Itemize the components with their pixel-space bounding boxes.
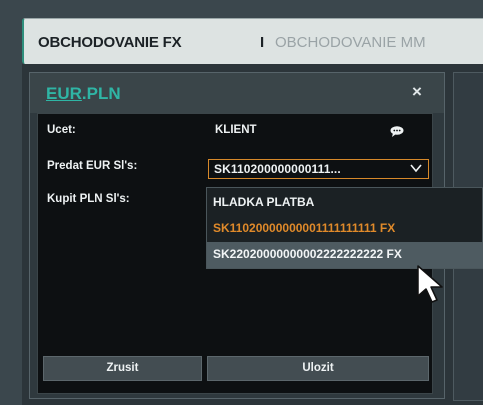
pair-base-link[interactable]: EUR [46,84,82,103]
tab-obchodovanie-fx[interactable]: OBCHODOVANIE FX [38,34,182,51]
save-button[interactable]: Ulozit [207,356,429,381]
account-value: KLIENT [215,124,257,136]
mouse-cursor-icon [417,265,443,303]
tab-obchodovanie-mm[interactable]: OBCHODOVANIE MM [275,34,426,51]
pair-quote: .PLN [81,84,121,103]
tab-bar: OBCHODOVANIE FX I OBCHODOVANIE MM [22,18,483,64]
close-icon[interactable]: × [412,82,422,102]
dropdown-option-sk1102[interactable]: SK11020000000001111111111 FX [207,216,483,240]
dropdown-option-hladka-platba[interactable]: HLADKA PLATBA [207,190,483,214]
account-dropdown-list: HLADKA PLATBA SK11020000000001111111111 … [206,187,483,269]
sell-account-selected-value: SK110200000000111... [214,162,341,176]
sell-account-label: Predat EUR Sl's: [47,160,138,172]
sell-account-select[interactable]: SK110200000000111... [208,159,429,179]
cancel-button[interactable]: Zrusit [43,356,202,381]
currency-pair-title[interactable]: EUR.PLN [46,84,121,104]
chat-icon[interactable] [390,126,404,137]
buy-account-label: Kupit PLN Sl's: [47,193,130,205]
chevron-down-icon [410,164,422,173]
tab-separator: I [260,34,265,51]
account-label: Ucet: [47,124,76,136]
widget-header: EUR.PLN × [30,73,444,113]
